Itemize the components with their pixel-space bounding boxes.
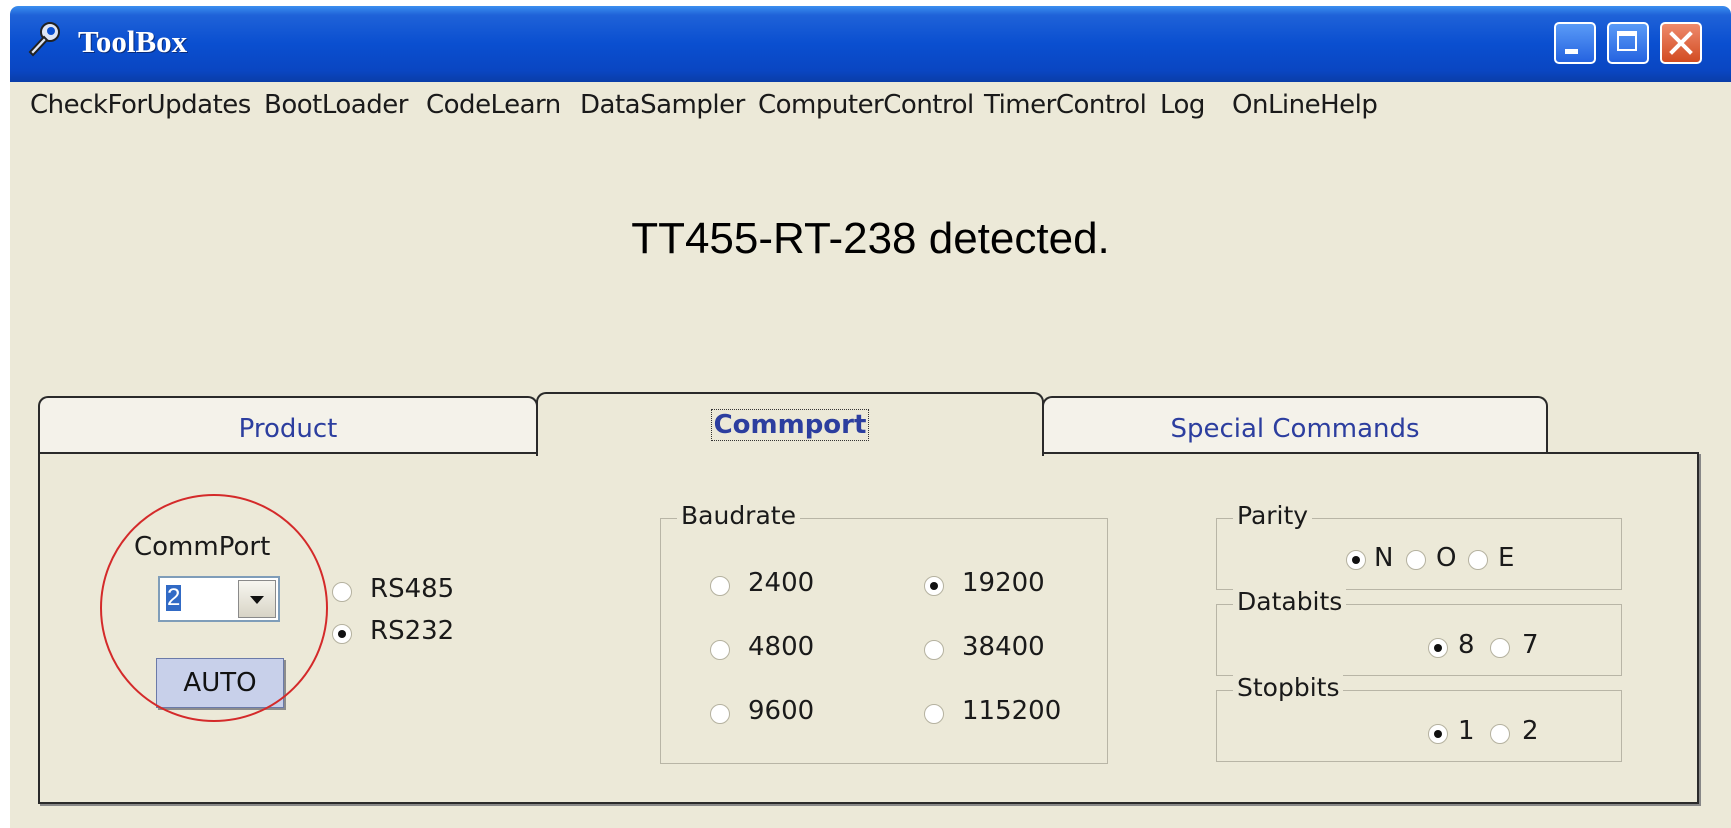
databits-legend: Databits: [1233, 587, 1347, 616]
databits-7-label: 7: [1522, 630, 1539, 660]
tab-product[interactable]: Product: [38, 396, 538, 454]
baud-9600-radio[interactable]: [710, 704, 730, 724]
tab-product-label: Product: [238, 414, 338, 444]
stopbits-group: Stopbits: [1216, 673, 1622, 762]
stopbits-1-label: 1: [1458, 716, 1475, 746]
baud-2400-radio[interactable]: [710, 576, 730, 596]
parity-o-radio[interactable]: [1406, 550, 1426, 570]
baud-19200-label: 19200: [962, 568, 1045, 598]
baud-115200-label: 115200: [962, 696, 1062, 726]
rs232-radio[interactable]: [332, 624, 352, 644]
device-status: TT455-RT-238 detected.: [631, 214, 1110, 263]
tab-commport[interactable]: Commport: [536, 392, 1044, 456]
menu-datasampler[interactable]: DataSampler: [580, 90, 745, 120]
parity-n-radio[interactable]: [1346, 550, 1366, 570]
toolbox-window: ToolBox CheckForUpdates BootLoader CodeL…: [10, 6, 1731, 828]
databits-group: Databits: [1216, 587, 1622, 676]
parity-e-label: E: [1498, 543, 1515, 573]
stopbits-2-label: 2: [1522, 716, 1539, 746]
baud-4800-label: 4800: [748, 632, 815, 662]
baud-9600-label: 9600: [748, 696, 815, 726]
parity-o-label: O: [1436, 543, 1457, 573]
highlight-circle: [100, 494, 328, 722]
parity-n-label: N: [1374, 543, 1394, 573]
menu-check-for-updates[interactable]: CheckForUpdates: [30, 90, 251, 120]
baud-19200-radio[interactable]: [924, 576, 944, 596]
menu-codelearn[interactable]: CodeLearn: [426, 90, 561, 120]
window-title: ToolBox: [78, 24, 188, 59]
baudrate-legend: Baudrate: [677, 501, 800, 530]
baud-115200-radio[interactable]: [924, 704, 944, 724]
rs232-label: RS232: [370, 616, 455, 646]
databits-8-label: 8: [1458, 630, 1475, 660]
menu-bootloader[interactable]: BootLoader: [264, 90, 408, 120]
menu-computercontrol[interactable]: ComputerControl: [758, 90, 974, 120]
baud-4800-radio[interactable]: [710, 640, 730, 660]
tab-commport-label: Commport: [710, 409, 870, 441]
databits-7-radio[interactable]: [1490, 638, 1510, 658]
menu-log[interactable]: Log: [1160, 90, 1205, 120]
tab-special-commands[interactable]: Special Commands: [1042, 396, 1548, 454]
close-button[interactable]: [1660, 22, 1702, 64]
close-icon: [1669, 31, 1693, 55]
maximize-button[interactable]: [1607, 22, 1649, 64]
wrench-icon: [28, 22, 60, 57]
rs485-radio[interactable]: [332, 582, 352, 602]
stopbits-1-radio[interactable]: [1428, 724, 1448, 744]
menu-bar: CheckForUpdates BootLoader CodeLearn Dat…: [10, 82, 1731, 126]
menu-onlinehelp[interactable]: OnLineHelp: [1232, 90, 1378, 120]
baud-38400-radio[interactable]: [924, 640, 944, 660]
rs485-label: RS485: [370, 574, 455, 604]
baud-2400-label: 2400: [748, 568, 815, 598]
tab-special-commands-label: Special Commands: [1170, 414, 1420, 444]
minimize-button[interactable]: [1554, 22, 1596, 64]
baud-38400-label: 38400: [962, 632, 1045, 662]
menu-timercontrol[interactable]: TimerControl: [984, 90, 1147, 120]
parity-e-radio[interactable]: [1468, 550, 1488, 570]
stopbits-legend: Stopbits: [1233, 673, 1344, 702]
parity-legend: Parity: [1233, 501, 1313, 530]
stopbits-2-radio[interactable]: [1490, 724, 1510, 744]
databits-8-radio[interactable]: [1428, 638, 1448, 658]
title-bar[interactable]: ToolBox: [10, 6, 1731, 82]
